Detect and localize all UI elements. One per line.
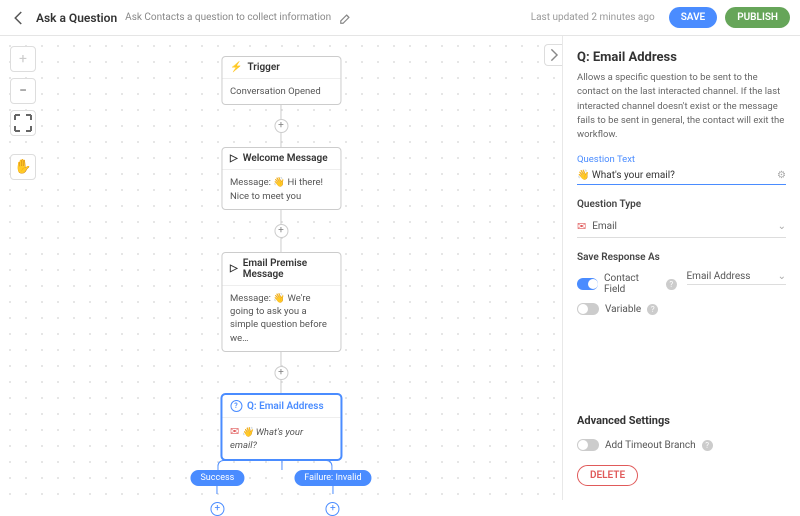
- edit-icon[interactable]: [339, 11, 353, 25]
- help-icon[interactable]: ?: [666, 279, 676, 290]
- panel-description: Allows a specific question to be sent to…: [577, 71, 786, 142]
- question-type-label: Question Type: [577, 199, 786, 210]
- gear-icon[interactable]: ⚙: [777, 170, 786, 181]
- publish-button[interactable]: PUBLISH: [725, 7, 790, 28]
- branch-success[interactable]: Success +: [190, 470, 244, 516]
- branch-failure[interactable]: Failure: Invalid +: [294, 470, 371, 516]
- add-step-button[interactable]: +: [274, 119, 288, 133]
- page-title: Ask a Question: [36, 11, 117, 25]
- last-updated: Last updated 2 minutes ago: [531, 12, 655, 23]
- question-type-select[interactable]: ✉ Email ⌄: [577, 216, 786, 238]
- variable-toggle[interactable]: [577, 303, 599, 315]
- question-text-input[interactable]: 👋 What's your email? ⚙: [577, 167, 786, 185]
- zoom-in-button[interactable]: +: [10, 46, 36, 72]
- add-step-button[interactable]: +: [326, 502, 340, 516]
- save-response-label: Save Response As: [577, 252, 786, 263]
- chevron-down-icon: ⌄: [778, 221, 786, 232]
- help-icon[interactable]: ?: [702, 440, 713, 451]
- help-icon[interactable]: ?: [647, 304, 658, 315]
- add-step-button[interactable]: +: [210, 502, 224, 516]
- email-icon: ✉: [230, 425, 239, 438]
- save-button[interactable]: SAVE: [669, 7, 718, 28]
- zoom-fit-button[interactable]: [10, 110, 36, 136]
- send-icon: ▷: [230, 153, 238, 164]
- advanced-settings-label: Advanced Settings: [577, 414, 786, 427]
- timeout-toggle[interactable]: [577, 439, 599, 451]
- lightning-icon: ⚡: [230, 62, 242, 73]
- delete-button[interactable]: DELETE: [577, 465, 638, 486]
- question-icon: ?: [230, 400, 242, 412]
- collapse-panel-button[interactable]: [544, 44, 562, 66]
- pan-button[interactable]: ✋: [10, 154, 36, 180]
- node-welcome[interactable]: ▷Welcome Message Message: 👋 Hi there! Ni…: [221, 147, 341, 210]
- contact-field-select[interactable]: Email Address ⌄: [687, 269, 787, 285]
- back-button[interactable]: [10, 9, 28, 27]
- chevron-down-icon: ⌄: [778, 271, 786, 282]
- send-icon: ▷: [230, 263, 238, 274]
- workflow-canvas[interactable]: + − ✋ ⚡Trigger Conversation Opened + ▷We…: [0, 36, 562, 500]
- panel-title: Q: Email Address: [577, 50, 786, 65]
- node-premise[interactable]: ▷Email Premise Message Message: 👋 We're …: [221, 252, 341, 352]
- zoom-out-button[interactable]: −: [10, 78, 36, 104]
- node-question[interactable]: ?Q: Email Address ✉ 👋 What's your email?: [221, 394, 341, 460]
- question-text-label: Question Text: [577, 154, 786, 165]
- page-subtitle: Ask Contacts a question to collect infor…: [125, 12, 331, 23]
- properties-panel: Q: Email Address Allows a specific quest…: [562, 36, 800, 500]
- add-step-button[interactable]: +: [274, 366, 288, 380]
- contact-field-toggle[interactable]: [577, 278, 598, 290]
- add-step-button[interactable]: +: [274, 224, 288, 238]
- email-icon: ✉: [577, 220, 586, 233]
- node-trigger[interactable]: ⚡Trigger Conversation Opened: [221, 56, 341, 105]
